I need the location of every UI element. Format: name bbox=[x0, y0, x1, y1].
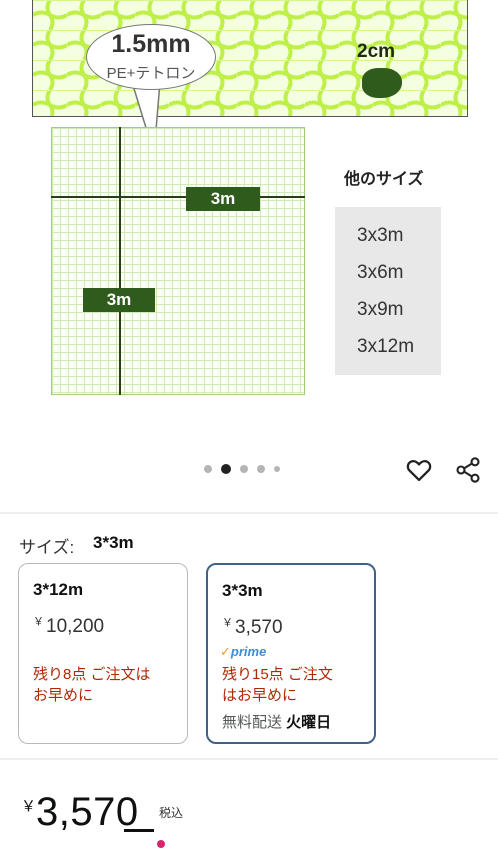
heart-icon[interactable] bbox=[405, 456, 433, 484]
other-sizes-list: 3x3m 3x6m 3x9m 3x12m bbox=[335, 207, 441, 375]
divider bbox=[0, 512, 498, 514]
stock-warning-line: お早めに bbox=[33, 687, 94, 704]
selected-size-value: 3*3m bbox=[93, 533, 134, 552]
prime-label: prime bbox=[230, 644, 267, 659]
carousel-dot[interactable] bbox=[240, 465, 248, 473]
price-amount: 10,200 bbox=[46, 616, 105, 637]
delivery-prefix: 無料配送 bbox=[222, 714, 287, 731]
delivery-info: 無料配送 火曜日 bbox=[222, 711, 331, 732]
size-option-price: ￥ 3,570 bbox=[222, 614, 283, 639]
carousel-dot[interactable] bbox=[257, 465, 265, 473]
grid-axis-vertical bbox=[119, 127, 121, 395]
hole-size-label: 2cm bbox=[357, 41, 396, 62]
other-size-item: 3x9m bbox=[357, 299, 404, 320]
material-label: PE+テトロン bbox=[106, 65, 196, 82]
height-tag: 3m bbox=[83, 288, 155, 312]
carousel-indicator[interactable] bbox=[204, 464, 280, 474]
stock-warning-line: はお早めに bbox=[222, 687, 298, 704]
prime-check-icon: ✓ bbox=[220, 644, 231, 659]
other-sizes-title: 他のサイズ bbox=[344, 171, 424, 188]
carousel-dot[interactable] bbox=[204, 465, 212, 473]
mesh-hole-sample bbox=[362, 68, 402, 98]
price-underline bbox=[124, 829, 154, 832]
width-tag: 3m bbox=[186, 187, 260, 211]
currency-symbol: ￥ bbox=[33, 616, 44, 628]
share-icon[interactable] bbox=[454, 456, 482, 484]
size-option-price: ￥ 10,200 bbox=[33, 613, 104, 638]
stock-warning: 残り15点 ご注文 はお早めに bbox=[222, 664, 370, 706]
size-grid-diagram bbox=[51, 127, 305, 395]
size-option-name: 3*3m bbox=[222, 581, 263, 600]
other-size-item: 3x6m bbox=[357, 262, 404, 283]
divider bbox=[0, 758, 498, 760]
stock-warning: 残り8点 ご注文は お早めに bbox=[33, 664, 181, 706]
tax-included-label: 税込 bbox=[159, 806, 184, 820]
size-label: サイズ: bbox=[19, 538, 75, 557]
other-size-item: 3x3m bbox=[357, 225, 404, 246]
grid-axis-horizontal bbox=[51, 196, 305, 198]
currency-symbol: ￥ bbox=[222, 617, 233, 629]
carousel-dot-active[interactable] bbox=[221, 464, 231, 474]
thread-thickness: 1.5mm bbox=[111, 30, 191, 58]
stock-warning-line: 残り8点 ご注文は bbox=[33, 666, 151, 683]
price-currency: ￥ bbox=[21, 798, 37, 815]
carousel-dot[interactable] bbox=[274, 466, 280, 472]
price-amount: 3,570 bbox=[235, 617, 283, 638]
size-option-card-selected[interactable]: 3*3m ￥ 3,570 ✓prime 残り15点 ご注文 はお早めに 無料配送 … bbox=[206, 563, 376, 744]
delivery-day: 火曜日 bbox=[286, 714, 332, 731]
prime-badge: ✓prime bbox=[220, 644, 266, 660]
stock-warning-line: 残り15点 ご注文 bbox=[222, 666, 333, 683]
size-option-name: 3*12m bbox=[33, 580, 84, 599]
size-option-card[interactable]: 3*12m ￥ 10,200 残り8点 ご注文は お早めに bbox=[18, 563, 188, 744]
other-size-item: 3x12m bbox=[357, 336, 415, 357]
